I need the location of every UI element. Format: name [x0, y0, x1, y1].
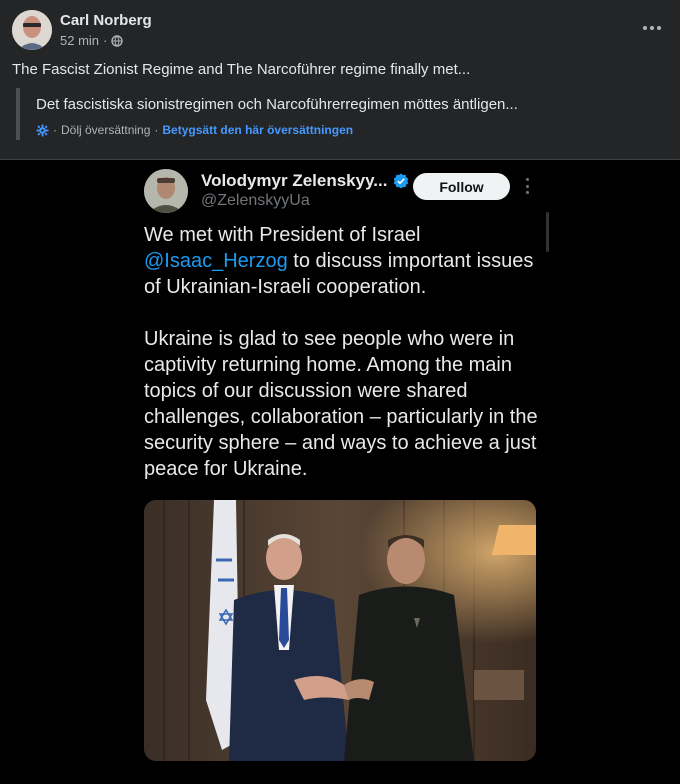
- more-options-icon[interactable]: [638, 18, 666, 38]
- post-text: The Fascist Zionist Regime and The Narco…: [12, 61, 471, 78]
- tweet-author-name: Volodymyr Zelenskyy...: [201, 171, 409, 191]
- tweet-body: We met with President of Israel @Isaac_H…: [144, 222, 540, 508]
- tweet-photo: [144, 500, 536, 761]
- tweet-mention: @Isaac_Herzog: [144, 250, 288, 272]
- post-time[interactable]: 52 min: [60, 33, 99, 48]
- link-separator: ·: [53, 123, 57, 137]
- follow-button: Follow: [413, 173, 510, 200]
- post-meta: 52 min ·: [60, 33, 124, 48]
- tweet-text-before-mention: We met with President of Israel: [144, 224, 421, 246]
- globe-icon: [111, 34, 124, 47]
- translation-links: · Dölj översättning · Betygsätt den här …: [36, 123, 353, 137]
- author-name[interactable]: Carl Norberg: [60, 12, 152, 29]
- author-avatar[interactable]: [12, 10, 52, 50]
- tweet-more-icon: [523, 178, 531, 194]
- gear-icon[interactable]: [36, 123, 49, 137]
- link-separator: ·: [154, 123, 159, 137]
- translation-text: Det fascistiska sionistregimen och Narco…: [36, 96, 518, 113]
- tweet-screenshot[interactable]: Volodymyr Zelenskyy... @ZelenskyyUa Foll…: [0, 160, 680, 784]
- translation-block: Det fascistiska sionistregimen och Narco…: [16, 88, 656, 140]
- tweet-author-name-text: Volodymyr Zelenskyy...: [201, 171, 388, 190]
- post-header: Carl Norberg 52 min · The Fascist Zionis…: [0, 0, 680, 160]
- tweet-scrollbar: [546, 212, 549, 252]
- meta-separator: ·: [103, 33, 108, 48]
- tweet-paragraph-1: We met with President of Israel @Isaac_H…: [144, 222, 540, 300]
- hide-translation-link[interactable]: Dölj översättning: [61, 123, 150, 137]
- tweet-avatar: [144, 169, 188, 213]
- tweet-paragraph-2: Ukraine is glad to see people who were i…: [144, 328, 538, 480]
- verified-badge-icon: [394, 173, 409, 189]
- rate-translation-link[interactable]: Betygsätt den här översättningen: [162, 123, 353, 137]
- tweet-handle: @ZelenskyyUa: [201, 192, 310, 209]
